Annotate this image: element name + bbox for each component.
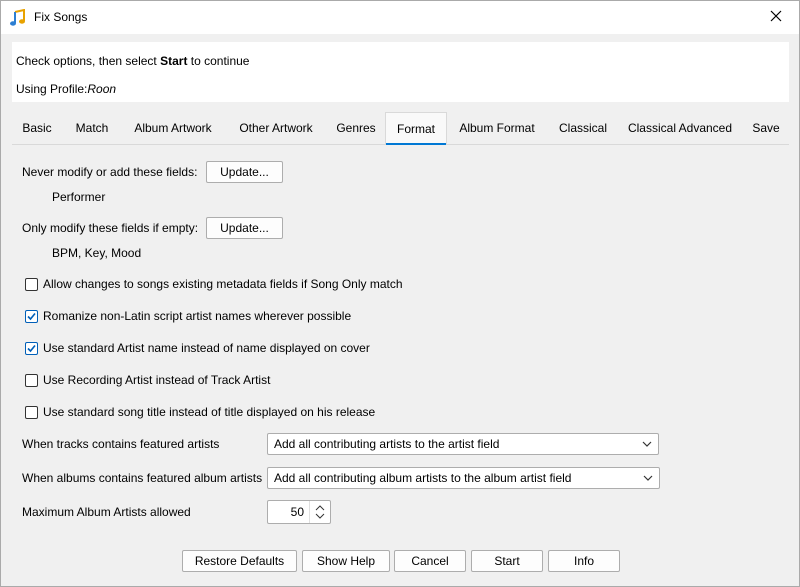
option-label: Use standard song title instead of title… [43, 405, 376, 419]
instruction-bold: Start [160, 54, 188, 68]
close-button[interactable] [753, 1, 799, 34]
max-album-artists-label: Maximum Album Artists allowed [22, 505, 191, 519]
select-value: Add all contributing artists to the arti… [274, 437, 500, 451]
tab-basic[interactable]: Basic [14, 112, 60, 143]
music-note-icon [9, 8, 27, 27]
tab-save[interactable]: Save [746, 112, 786, 143]
profile-label: Using Profile: [16, 82, 88, 96]
checkbox[interactable] [25, 309, 38, 323]
checkbox[interactable] [25, 277, 38, 291]
tab-classical[interactable]: Classical [552, 112, 614, 143]
instruction-pre: Check options, then select [16, 54, 161, 68]
show-help-button[interactable]: Show Help [302, 550, 390, 572]
option-label: Allow changes to songs existing metadata… [43, 277, 403, 291]
max-album-artists-spinner[interactable]: 50 [267, 500, 331, 524]
checkbox[interactable] [25, 405, 38, 419]
title-bar: Fix Songs [1, 1, 799, 34]
profile-name: Roon [87, 82, 117, 96]
never-modify-label: Never modify or add these fields: [22, 165, 198, 179]
option-standard-artist[interactable]: Use standard Artist name instead of name… [25, 340, 370, 356]
option-standard-title[interactable]: Use standard song title instead of title… [25, 404, 375, 420]
featured-albums-label: When albums contains featured album arti… [22, 471, 263, 485]
start-button[interactable]: Start [471, 550, 543, 572]
only-if-empty-label: Only modify these fields if empty: [22, 221, 199, 235]
instruction-post: to continue [187, 54, 250, 68]
tab-match[interactable]: Match [67, 112, 117, 143]
featured-tracks-label: When tracks contains featured artists [22, 437, 220, 451]
spinner-value: 50 [290, 505, 304, 519]
spin-arrows-icon[interactable] [309, 501, 330, 523]
info-button[interactable]: Info [548, 550, 620, 572]
option-label: Use standard Artist name instead of name… [43, 341, 370, 355]
tab-album-artwork[interactable]: Album Artwork [125, 112, 221, 143]
tab-other-artwork[interactable]: Other Artwork [230, 112, 322, 143]
chevron-down-icon [643, 475, 653, 481]
fix-songs-window: Fix Songs Check options, then select Sta… [0, 0, 800, 587]
instruction-panel: Check options, then select Start to cont… [12, 42, 789, 102]
featured-albums-select[interactable]: Add all contributing album artists to th… [267, 467, 660, 489]
option-label: Use Recording Artist instead of Track Ar… [43, 373, 271, 387]
option-romanize[interactable]: Romanize non-Latin script artist names w… [25, 308, 351, 324]
option-recording-artist[interactable]: Use Recording Artist instead of Track Ar… [25, 372, 270, 388]
only-if-empty-value: BPM, Key, Mood [52, 246, 142, 260]
never-modify-update-button[interactable]: Update... [206, 161, 283, 183]
select-value: Add all contributing album artists to th… [274, 471, 572, 485]
cancel-button[interactable]: Cancel [394, 550, 466, 572]
window-title: Fix Songs [34, 10, 88, 24]
checkmark-icon [27, 344, 36, 352]
chevron-down-icon [642, 441, 652, 447]
instruction-text: Check options, then select Start to cont… [16, 54, 249, 68]
option-label: Romanize non-Latin script artist names w… [43, 309, 352, 323]
tab-bar: Basic Match Album Artwork Other Artwork … [12, 112, 789, 145]
tab-format[interactable]: Format [385, 112, 447, 145]
option-allow-changes[interactable]: Allow changes to songs existing metadata… [25, 276, 403, 292]
checkbox[interactable] [25, 373, 38, 387]
tab-album-format[interactable]: Album Format [452, 112, 542, 143]
restore-defaults-button[interactable]: Restore Defaults [182, 550, 297, 572]
checkbox[interactable] [25, 341, 38, 355]
tab-classical-advanced[interactable]: Classical Advanced [622, 112, 738, 143]
checkmark-icon [27, 312, 36, 320]
profile-text: Using Profile:Roon [16, 82, 116, 96]
tab-genres[interactable]: Genres [330, 112, 382, 143]
close-icon [770, 10, 782, 25]
only-if-empty-update-button[interactable]: Update... [206, 217, 283, 239]
featured-tracks-select[interactable]: Add all contributing artists to the arti… [267, 433, 659, 455]
never-modify-value: Performer [52, 190, 106, 204]
